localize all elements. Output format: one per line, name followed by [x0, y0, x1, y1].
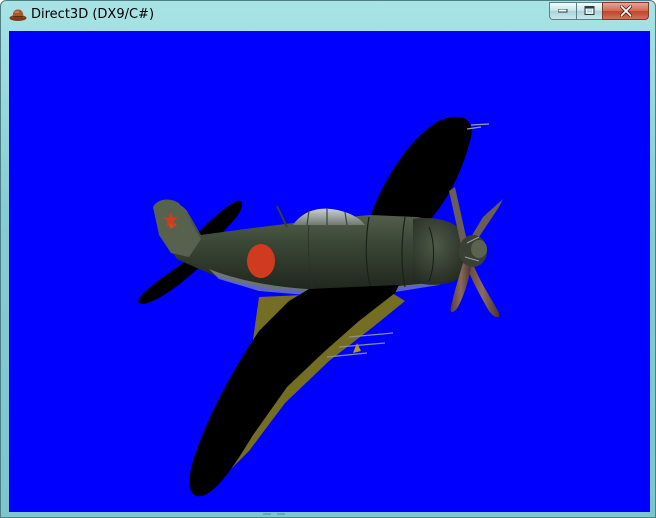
window-title: Direct3D (DX9/C#) [31, 7, 155, 22]
render-viewport[interactable] [9, 31, 650, 512]
hat-icon[interactable] [9, 7, 27, 23]
maximize-icon [584, 6, 594, 15]
cockpit-canopy [293, 208, 365, 226]
application-window: Direct3D (DX9/C#) [0, 0, 656, 518]
resize-grip-icon[interactable] [263, 512, 287, 516]
title-bar[interactable]: Direct3D (DX9/C#) [1, 1, 655, 30]
minimize-icon [558, 9, 568, 13]
window-controls [549, 2, 649, 21]
close-button[interactable] [602, 2, 649, 20]
hinomaru-roundel [247, 244, 275, 278]
lower-wing [189, 285, 405, 497]
maximize-button[interactable] [576, 2, 602, 20]
minimize-button[interactable] [549, 2, 576, 20]
close-icon [619, 5, 632, 17]
aircraft-model [138, 116, 503, 497]
